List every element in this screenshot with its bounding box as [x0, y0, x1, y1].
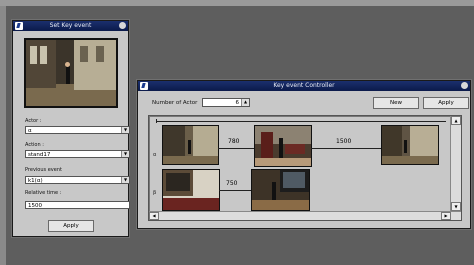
new-button[interactable]: New: [373, 97, 419, 109]
window-title: Set Key event: [49, 22, 92, 29]
number-of-actor-value: 6: [235, 100, 240, 106]
horizontal-scrollbar[interactable]: ◀ ▶: [149, 211, 461, 220]
relative-time-label: Relative time :: [25, 190, 62, 196]
timeline-start-marker: [156, 119, 157, 123]
scroll-left-icon[interactable]: ◀: [149, 212, 159, 220]
event-link: [311, 148, 381, 149]
close-icon[interactable]: [461, 82, 468, 89]
apply-button[interactable]: Apply: [423, 97, 469, 109]
key-event-thumbnail[interactable]: [381, 125, 439, 165]
chevron-down-icon[interactable]: ▼: [121, 151, 129, 157]
desktop-top-strip: [0, 0, 474, 6]
window-title: Key event Controller: [273, 82, 335, 89]
scroll-up-icon[interactable]: ▲: [451, 116, 461, 125]
actor-label: Actor :: [25, 118, 42, 124]
app-icon: [140, 82, 148, 90]
relative-time-input[interactable]: 1500: [25, 201, 130, 209]
key-event-thumbnail[interactable]: [162, 125, 219, 165]
chevron-down-icon[interactable]: ▼: [121, 127, 129, 133]
timeline-ruler: [156, 121, 446, 122]
event-time: 780: [228, 138, 240, 145]
chevron-down-icon[interactable]: ▼: [121, 177, 129, 183]
number-of-actor-input[interactable]: 6 ▲: [202, 98, 250, 107]
actor-value: α: [28, 128, 32, 134]
close-icon[interactable]: [119, 22, 126, 29]
number-of-actor-label: Number of Actor: [152, 100, 198, 106]
actor-dropdown[interactable]: α ▼: [25, 126, 130, 134]
action-value: stand17: [28, 152, 51, 158]
set-key-event-window: Set Key event Actor : α ▼ Action : stand…: [12, 20, 130, 237]
app-icon: [15, 22, 23, 30]
set-key-event-titlebar[interactable]: Set Key event: [13, 21, 128, 31]
apply-button[interactable]: Apply: [48, 220, 94, 232]
controller-titlebar[interactable]: Key event Controller: [138, 81, 470, 91]
event-link: [219, 190, 251, 191]
key-event-thumbnail[interactable]: [251, 169, 310, 211]
previous-event-label: Previous event: [25, 167, 62, 173]
scroll-right-icon[interactable]: ▶: [441, 212, 451, 220]
row-label-alpha: α: [153, 152, 157, 158]
scene-preview: [23, 38, 118, 108]
event-area: α β 780 1500 750 ▲ ▼ ◀ ▶: [148, 115, 462, 221]
key-event-thumbnail[interactable]: [254, 125, 312, 167]
event-link: [218, 148, 254, 149]
scroll-down-icon[interactable]: ▼: [451, 202, 461, 211]
event-time: 1500: [336, 138, 352, 145]
vertical-scrollbar[interactable]: ▲ ▼: [450, 116, 461, 211]
key-event-controller-window: Key event Controller Number of Actor 6 ▲…: [137, 80, 471, 229]
spinner-icon[interactable]: ▲: [241, 99, 249, 106]
previous-event-dropdown[interactable]: k1(α) ▼: [25, 176, 130, 184]
row-label-beta: β: [153, 190, 157, 196]
timeline-canvas[interactable]: α β 780 1500 750: [149, 116, 451, 213]
action-dropdown[interactable]: stand17 ▼: [25, 150, 130, 158]
event-time: 750: [226, 180, 238, 187]
key-event-thumbnail[interactable]: [162, 169, 220, 211]
previous-event-value: k1(α): [28, 178, 43, 184]
desktop-left-strip: [0, 6, 6, 265]
action-label: Action :: [25, 142, 44, 148]
